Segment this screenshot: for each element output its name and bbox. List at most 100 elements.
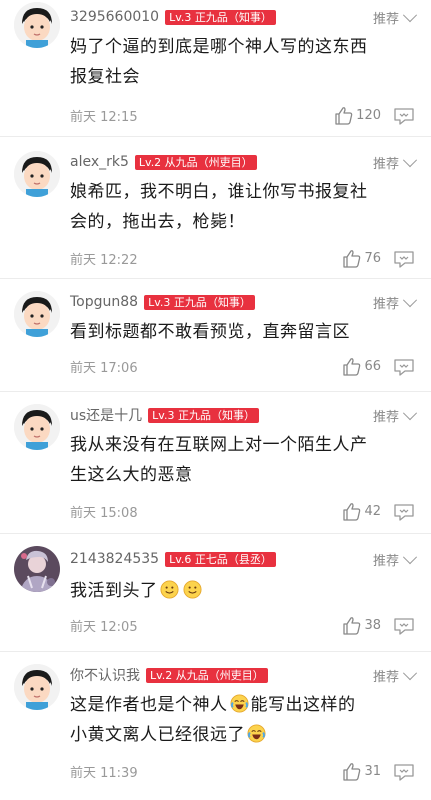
thumb-up-icon (342, 357, 362, 377)
comment-line: 娘希匹，我不明白，谁让你写书报复社 (70, 182, 368, 202)
username[interactable]: 你不认识我 (70, 665, 140, 685)
like-button[interactable]: 38 (342, 616, 381, 636)
comment-text: 妈了个逼的到底是哪个神人写的这东西 报复社会 (70, 32, 431, 92)
comment-line: 生这么大的恶意 (70, 465, 193, 485)
thumb-up-icon (342, 762, 362, 782)
username[interactable]: 3295660010 (70, 9, 159, 25)
avatar[interactable] (14, 546, 60, 592)
recommend-dropdown[interactable]: 推荐 (372, 549, 418, 569)
comment-item: Topgun88 Lv.3 正九品（知事） 推荐 看到标题都不敢看预览，直奔留言… (0, 279, 431, 392)
recommend-dropdown[interactable]: 推荐 (372, 405, 418, 425)
avatar[interactable] (14, 291, 60, 337)
comment-line-text: 能写出这样的 (250, 695, 356, 715)
recommend-label: 推荐 (372, 554, 399, 569)
level-badge: Lv.2 从九品（州吏目） (134, 154, 257, 170)
reply-bubble-icon[interactable] (393, 358, 415, 376)
comment-line-text: 我活到头了 (70, 581, 158, 601)
reply-bubble-icon[interactable] (393, 107, 415, 125)
comment-item: us还是十几 Lv.3 正九品（知事） 推荐 我从来没有在互联网上对一个陌生人产… (0, 392, 431, 534)
comment-line: 我从来没有在互联网上对一个陌生人产 (70, 435, 368, 455)
like-count: 38 (364, 618, 381, 633)
comment-line: 报复社会 (70, 67, 140, 87)
chevron-down-icon (402, 7, 418, 22)
comment-item: 你不认识我 Lv.2 从九品（州吏目） 推荐 这是作者也是个神人 能写出这样的 小… (0, 652, 431, 800)
thumb-up-icon (342, 616, 362, 636)
username[interactable]: Topgun88 (70, 294, 138, 310)
timestamp: 前天 11:39 (70, 766, 138, 781)
comment-footer: 前天 12:22 76 (70, 249, 431, 268)
comment-footer: 前天 15:08 42 (70, 502, 431, 521)
chevron-down-icon (402, 549, 418, 564)
reply-bubble-icon[interactable] (393, 503, 415, 521)
like-count: 42 (364, 504, 381, 519)
chevron-down-icon (402, 292, 418, 307)
reply-bubble-icon[interactable] (393, 250, 415, 268)
thumb-up-icon (342, 249, 362, 269)
comment-line: 小黄文离人已经很远了 (70, 720, 415, 750)
comment-line: 妈了个逼的到底是哪个神人写的这东西 (70, 37, 368, 57)
username[interactable]: us还是十几 (70, 405, 142, 425)
username[interactable]: alex_rk5 (70, 154, 129, 170)
smile-emoji (159, 580, 179, 599)
timestamp: 前天 12:05 (70, 620, 138, 635)
recommend-label: 推荐 (372, 297, 399, 312)
timestamp: 前天 12:22 (70, 253, 138, 268)
chevron-down-icon (402, 152, 418, 167)
comment-line: 看到标题都不敢看预览，直奔留言区 (70, 322, 350, 342)
like-button[interactable]: 120 (334, 106, 381, 126)
comment-footer: 前天 17:06 66 (70, 357, 431, 376)
smile-emoji (182, 580, 202, 599)
comment-line: 我活到头了 (70, 576, 415, 606)
comment-footer: 前天 12:05 38 (70, 616, 431, 635)
comment-footer: 前天 11:39 31 (70, 762, 431, 781)
recommend-label: 推荐 (372, 410, 399, 425)
comment-list: 3295660010 Lv.3 正九品（知事） 推荐 妈了个逼的到底是哪个神人写… (0, 0, 431, 800)
comment-line: 这是作者也是个神人 能写出这样的 (70, 690, 415, 720)
recommend-dropdown[interactable]: 推荐 (372, 292, 418, 312)
level-badge: Lv.3 正九品（知事） (144, 294, 255, 310)
comment-text: 我从来没有在互联网上对一个陌生人产 生这么大的恶意 (70, 430, 431, 490)
like-button[interactable]: 76 (342, 249, 381, 269)
level-badge: Lv.6 正七品（县丞） (165, 551, 276, 567)
like-count: 66 (364, 359, 381, 374)
comment-item: 3295660010 Lv.3 正九品（知事） 推荐 妈了个逼的到底是哪个神人写… (0, 0, 431, 137)
recommend-label: 推荐 (372, 12, 399, 27)
comment-item: 2143824535 Lv.6 正七品（县丞） 推荐 我活到头了 前天 12:0… (0, 534, 431, 652)
recommend-label: 推荐 (372, 157, 399, 172)
thumb-up-icon (334, 106, 354, 126)
like-button[interactable]: 66 (342, 357, 381, 377)
like-button[interactable]: 31 (342, 762, 381, 782)
recommend-dropdown[interactable]: 推荐 (372, 7, 418, 27)
comment-text: 我活到头了 (70, 576, 431, 606)
reply-bubble-icon[interactable] (393, 763, 415, 781)
timestamp: 前天 12:15 (70, 110, 138, 125)
thumb-up-icon (342, 502, 362, 522)
chevron-down-icon (402, 405, 418, 420)
comment-line: 会的，拖出去，枪毙！ (70, 212, 245, 232)
laugh-cry-emoji (247, 724, 266, 743)
username[interactable]: 2143824535 (70, 551, 159, 567)
comment-text: 看到标题都不敢看预览，直奔留言区 (70, 317, 431, 347)
comment-footer: 前天 12:15 120 (70, 106, 431, 125)
recommend-dropdown[interactable]: 推荐 (372, 152, 418, 172)
comment-text: 这是作者也是个神人 能写出这样的 小黄文离人已经很远了 (70, 690, 431, 750)
reply-bubble-icon[interactable] (393, 617, 415, 635)
avatar[interactable] (14, 664, 60, 710)
like-button[interactable]: 42 (342, 502, 381, 522)
level-badge: Lv.3 正九品（知事） (148, 407, 259, 423)
timestamp: 前天 17:06 (70, 361, 138, 376)
like-count: 120 (356, 108, 381, 123)
laugh-cry-emoji (229, 694, 249, 713)
level-badge: Lv.2 从九品（州吏目） (146, 667, 268, 683)
comment-item: alex_rk5 Lv.2 从九品（州吏目） 推荐 娘希匹，我不明白，谁让你写书… (0, 137, 431, 279)
level-badge: Lv.3 正九品（知事） (165, 9, 276, 25)
comment-line-text: 这是作者也是个神人 (70, 695, 228, 715)
chevron-down-icon (402, 665, 418, 680)
avatar[interactable] (14, 151, 60, 197)
like-count: 31 (364, 764, 381, 779)
like-count: 76 (364, 251, 381, 266)
avatar[interactable] (14, 2, 60, 48)
comment-text: 娘希匹，我不明白，谁让你写书报复社 会的，拖出去，枪毙！ (70, 177, 431, 237)
recommend-dropdown[interactable]: 推荐 (373, 665, 418, 685)
avatar[interactable] (14, 404, 60, 450)
